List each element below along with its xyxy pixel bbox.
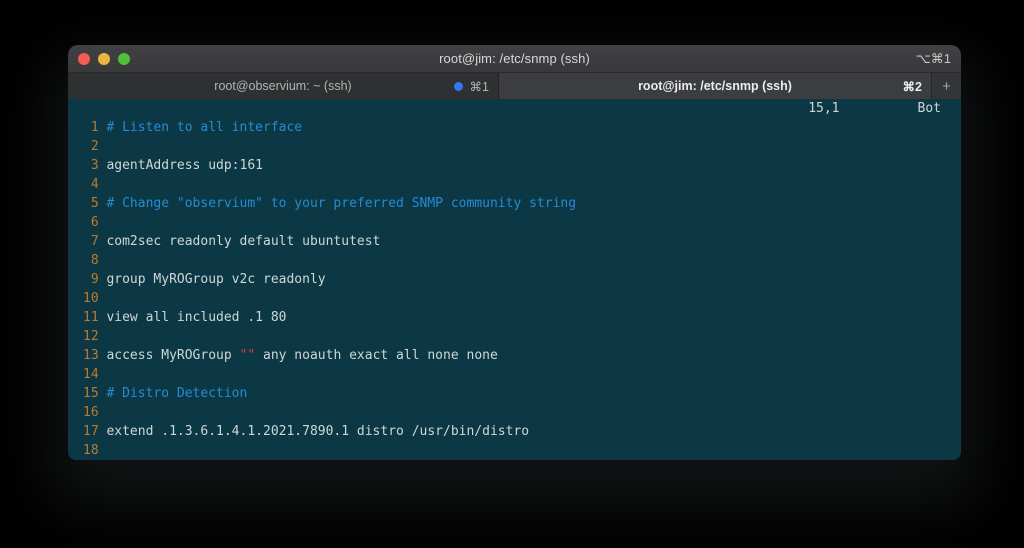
code-line: 7 com2sec readonly default ubuntutest	[83, 232, 961, 251]
line-number: 17	[83, 424, 99, 439]
plus-icon: +	[942, 77, 951, 95]
code-line: 4	[83, 175, 961, 194]
tab-bar: root@observium: ~ (ssh) ⌘1 root@jim: /et…	[68, 73, 961, 99]
code-line: 12	[83, 327, 961, 346]
code-line: 5 # Change "observium" to your preferred …	[83, 194, 961, 213]
code-segment-default: access MyROGroup	[106, 348, 240, 363]
line-number: 2	[90, 139, 99, 154]
line-number: 10	[83, 291, 99, 306]
line-number: 16	[83, 405, 99, 420]
code-lines: 1 # Listen to all interface 2 3 agentAddress…	[83, 118, 961, 460]
code-line: 1 # Listen to all interface	[83, 118, 961, 137]
code-segment-default: com2sec readonly default ubuntutest	[106, 234, 381, 249]
zoom-button[interactable]	[118, 53, 130, 65]
vim-ruler: 15,1 Bot	[83, 99, 961, 118]
code-line: 14	[83, 365, 961, 384]
line-number: 4	[90, 177, 99, 192]
tab-jim-snmp[interactable]: root@jim: /etc/snmp (ssh) ⌘2	[499, 73, 931, 99]
code-line: 10	[83, 289, 961, 308]
code-line: 3 agentAddress udp:161	[83, 156, 961, 175]
code-line: 8	[83, 251, 961, 270]
line-number: 9	[90, 272, 99, 287]
terminal-window: root@jim: /etc/snmp (ssh) ⌥⌘1 root@obser…	[68, 45, 961, 460]
line-number: 13	[83, 348, 99, 363]
code-segment-comment: # Change "observium" to your preferred S…	[106, 196, 577, 211]
line-number: 5	[90, 196, 99, 211]
code-segment-default: group MyROGroup v2c readonly	[106, 272, 326, 287]
new-tab-button[interactable]: +	[931, 73, 961, 99]
tab-shortcut-label: ⌘2	[902, 79, 922, 94]
line-number: 6	[90, 215, 99, 230]
line-number: 18	[83, 443, 99, 458]
traffic-lights	[78, 53, 130, 65]
line-number: 8	[90, 253, 99, 268]
line-number: 12	[83, 329, 99, 344]
tab-label: root@observium: ~ (ssh)	[214, 79, 352, 93]
line-number: 1	[90, 120, 99, 135]
line-number: 14	[83, 367, 99, 382]
window-shortcut-label: ⌥⌘1	[915, 50, 951, 66]
code-line: 18	[83, 441, 961, 460]
code-line: 9 group MyROGroup v2c readonly	[83, 270, 961, 289]
code-segment-default: any noauth exact all none none	[255, 348, 498, 363]
activity-dot-icon	[453, 81, 463, 91]
code-segment-default: extend .1.3.6.1.4.1.2021.7890.1 distro /…	[106, 424, 530, 439]
line-number: 7	[90, 234, 99, 249]
cursor-position: 15,1	[808, 101, 840, 116]
line-number: 3	[90, 158, 99, 173]
code-line: 15 # Distro Detection	[83, 384, 961, 403]
code-line: 16	[83, 403, 961, 422]
code-line: 2	[83, 137, 961, 156]
window-title: root@jim: /etc/snmp (ssh)	[439, 51, 590, 66]
code-line: 13 access MyROGroup "" any noauth exact a…	[83, 346, 961, 365]
code-line: 17 extend .1.3.6.1.4.1.2021.7890.1 distro…	[83, 422, 961, 441]
code-segment-string: ""	[239, 348, 256, 363]
code-segment-default: view all included .1 80	[106, 310, 287, 325]
code-segment-default: agentAddress udp:161	[106, 158, 263, 173]
tab-label: root@jim: /etc/snmp (ssh)	[638, 79, 792, 93]
tab-observium[interactable]: root@observium: ~ (ssh) ⌘1	[68, 73, 499, 99]
tab-shortcut-label: ⌘1	[469, 79, 489, 94]
code-line: 11 view all included .1 80	[83, 308, 961, 327]
title-bar[interactable]: root@jim: /etc/snmp (ssh) ⌥⌘1	[68, 45, 961, 73]
line-number: 15	[83, 386, 99, 401]
code-segment-comment: # Distro Detection	[106, 386, 248, 401]
code-line: 6	[83, 213, 961, 232]
line-number: 11	[83, 310, 99, 325]
scroll-state: Bot	[917, 101, 941, 116]
minimize-button[interactable]	[98, 53, 110, 65]
terminal-pane[interactable]: 15,1 Bot 1 # Listen to all interface 2 3 age…	[68, 99, 961, 460]
close-button[interactable]	[78, 53, 90, 65]
code-segment-comment: # Listen to all interface	[106, 120, 303, 135]
